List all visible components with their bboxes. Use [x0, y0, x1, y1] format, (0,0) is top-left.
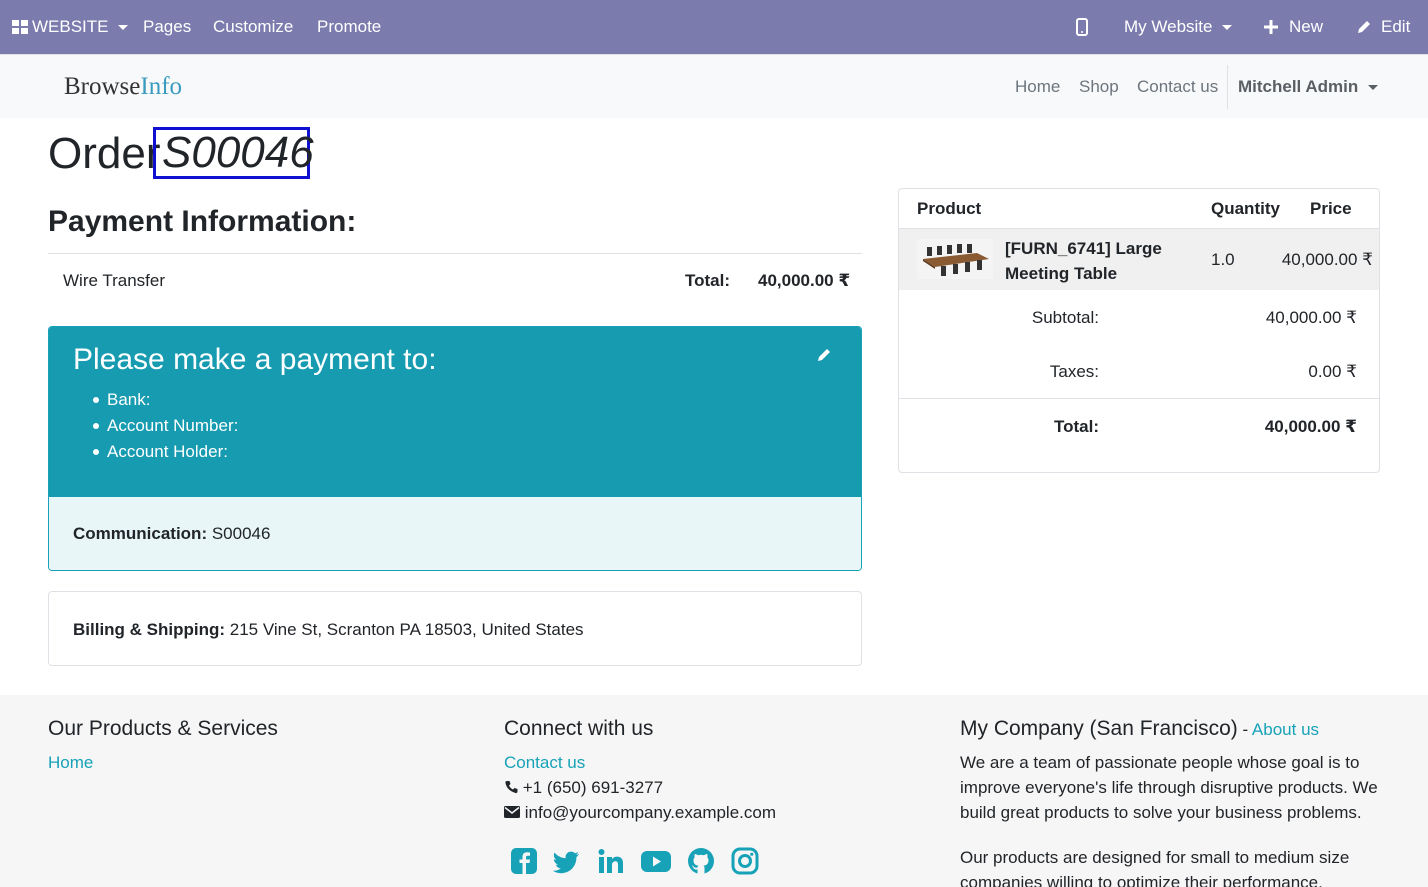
website-menu[interactable]: WEBSITE [12, 0, 128, 54]
payment-instructions-card: Please make a payment to: Bank: Account … [48, 326, 862, 571]
communication-section: Communication: S00046 [49, 497, 861, 570]
pencil-icon[interactable] [816, 347, 832, 363]
list-item: Account Holder: [92, 441, 238, 467]
payment-instructions-body: Please make a payment to: Bank: Account … [49, 327, 861, 497]
payment-instructions-title: Please make a payment to: [73, 343, 437, 376]
list-item: Bank: [92, 389, 238, 415]
pages-menu[interactable]: Pages [143, 0, 191, 54]
communication-value: S00046 [207, 524, 271, 543]
pencil-icon [1358, 21, 1370, 33]
email-address[interactable]: info@yourcompany.example.com [525, 803, 776, 822]
youtube-icon[interactable] [641, 847, 671, 875]
linkedin-icon[interactable] [597, 847, 625, 875]
divider [48, 253, 862, 254]
product-price: 40,000.00 ₹ [1281, 250, 1373, 269]
subtotal-value: 40,000.00 ₹ [1265, 308, 1357, 327]
bank-details-list: Bank: Account Number: Account Holder: [92, 389, 238, 467]
communication-line: Communication: S00046 [73, 524, 270, 544]
website-menu-label: WEBSITE [32, 17, 109, 36]
user-name: Mitchell Admin [1238, 77, 1359, 96]
twitter-icon[interactable] [553, 847, 581, 875]
nav-contact-us[interactable]: Contact us [1137, 77, 1218, 97]
summary-total-label: Total: [1053, 417, 1099, 436]
billing-address: 215 Vine St, Scranton PA 18503, United S… [225, 620, 584, 639]
product-quantity: 1.0 [1211, 250, 1235, 269]
my-website-label: My Website [1124, 17, 1213, 36]
taxes-value: 0.00 ₹ [1308, 362, 1357, 381]
footer-connect-title: Connect with us [504, 717, 654, 740]
site-header: BrowseInfo Home Shop Contact us Mitchell… [0, 54, 1428, 118]
subtotal-label: Subtotal: [1031, 308, 1099, 327]
edit-label: Edit [1381, 17, 1411, 36]
list-item: Account Number: [92, 415, 238, 441]
communication-label: Communication: [73, 524, 208, 543]
edit-button[interactable]: Edit [1356, 0, 1410, 54]
summary-total-value: 40,000.00 ₹ [1264, 417, 1357, 436]
my-website-menu[interactable]: My Website [1124, 0, 1232, 54]
billing-line: Billing & Shipping: 215 Vine St, Scranto… [73, 620, 584, 640]
site-logo[interactable]: BrowseInfo [64, 73, 182, 101]
site-footer: Our Products & Services Home Connect wit… [0, 695, 1428, 887]
new-button[interactable]: New [1264, 0, 1323, 54]
footer-contact-link[interactable]: Contact us [504, 750, 585, 775]
phone-icon [505, 781, 518, 794]
envelope-icon [504, 806, 520, 818]
facebook-icon[interactable] [510, 847, 538, 875]
customize-menu[interactable]: Customize [213, 0, 293, 54]
product-thumbnail [917, 239, 993, 279]
company-name: My Company (San Francisco) [960, 717, 1238, 740]
col-header-product: Product [917, 199, 982, 218]
about-us-link[interactable]: About us [1252, 720, 1319, 739]
payment-method: Wire Transfer [63, 271, 166, 290]
footer-email: info@yourcompany.example.com [504, 800, 776, 825]
product-name[interactable]: [FURN_6741] Large Meeting Table [1005, 236, 1175, 286]
order-summary: Product Quantity Price [FURN_6741] Large… [898, 188, 1380, 473]
about-paragraph-2: Our products are designed for small to m… [960, 848, 1350, 887]
phone-number: +1 (650) 691-3277 [522, 778, 664, 797]
logo-part1: Browse [64, 73, 141, 100]
col-header-price: Price [1310, 199, 1352, 218]
divider [899, 398, 1379, 399]
order-number: S00046 [153, 127, 314, 179]
nav-home[interactable]: Home [1015, 77, 1060, 97]
taxes-label: Taxes: [1049, 362, 1099, 381]
apps-grid-icon [12, 20, 28, 34]
footer-company-title: My Company (San Francisco) - About us [960, 717, 1319, 741]
payment-total-value: 40,000.00 ₹ [758, 271, 851, 290]
footer-products-title: Our Products & Services [48, 717, 278, 740]
title-separator: - [1237, 720, 1252, 739]
promote-menu[interactable]: Promote [317, 0, 381, 54]
github-icon[interactable] [687, 847, 715, 875]
admin-bar: WEBSITE Pages Customize Promote My Websi… [0, 0, 1428, 54]
nav-shop[interactable]: Shop [1079, 77, 1119, 97]
col-header-quantity: Quantity [1211, 199, 1280, 218]
footer-phone: +1 (650) 691-3277 [504, 775, 663, 800]
chevron-down-icon [1368, 85, 1379, 91]
nav-divider [1227, 65, 1228, 109]
about-paragraph-1: We are a team of passionate people whose… [960, 753, 1378, 822]
plus-icon [1264, 20, 1278, 34]
billing-label: Billing & Shipping: [73, 620, 226, 639]
mobile-preview-button[interactable] [1076, 0, 1088, 54]
logo-part2: Info [140, 73, 183, 100]
new-label: New [1289, 17, 1324, 36]
footer-home-link[interactable]: Home [48, 750, 93, 775]
payment-info-heading: Payment Information: [48, 205, 357, 238]
mobile-icon [1076, 18, 1088, 36]
chevron-down-icon [117, 24, 128, 30]
page-title: Order [48, 129, 161, 178]
payment-total-label: Total: [685, 271, 731, 290]
billing-card: Billing & Shipping: 215 Vine St, Scranto… [48, 591, 862, 666]
table-row: [FURN_6741] Large Meeting Table 1.0 40,0… [899, 228, 1379, 290]
chevron-down-icon [1221, 24, 1232, 30]
instagram-icon[interactable] [731, 847, 759, 875]
user-menu[interactable]: Mitchell Admin [1238, 77, 1379, 97]
